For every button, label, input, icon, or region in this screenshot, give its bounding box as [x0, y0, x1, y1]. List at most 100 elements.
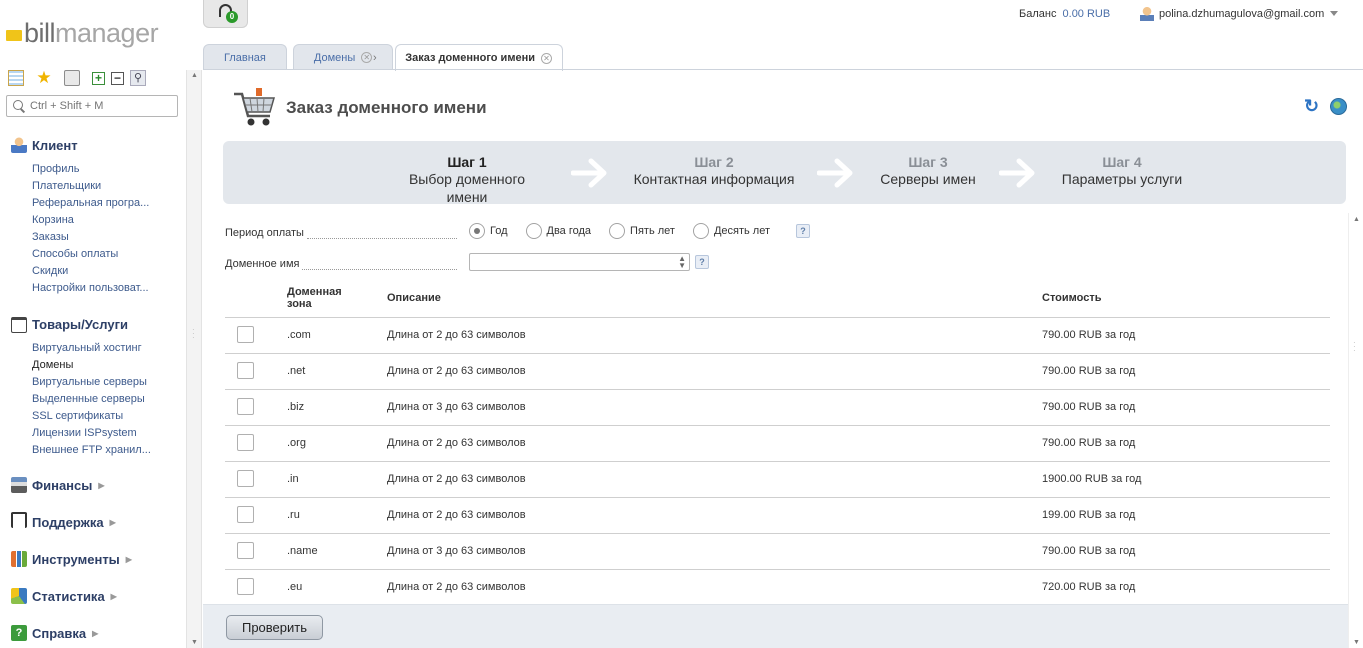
sidebar-item-orders[interactable]: Заказы — [32, 229, 149, 246]
help-icon[interactable]: ? — [796, 224, 811, 238]
cell-price: 790.00 RUB за год — [1042, 329, 1136, 341]
spinner-icon[interactable]: ▲ ▼ — [678, 255, 686, 270]
menu-section-goods: Товары/Услуги Виртуальный хостинг Домены… — [11, 315, 151, 459]
period-row: Период оплаты — [225, 227, 457, 239]
sidebar-item-user-settings[interactable]: Настройки пользоват... — [32, 280, 149, 297]
menu-head-label: Статистика — [32, 588, 105, 604]
arrow-right-icon — [817, 158, 853, 188]
sidebar-item-referral[interactable]: Реферальная програ... — [32, 195, 149, 212]
chevron-down-icon[interactable] — [1330, 11, 1339, 16]
col-header-description[interactable]: Описание — [387, 292, 441, 304]
tab-domains[interactable]: Домены ✕ — [292, 44, 394, 70]
user-email[interactable]: polina.dzhumagulova@gmail.com — [1159, 8, 1324, 20]
sidebar-item-cart[interactable]: Корзина — [32, 212, 149, 229]
radio-five-years[interactable]: Пять лет — [609, 223, 675, 239]
sidebar-item-ftp-storage[interactable]: Внешнее FTP хранил... — [32, 442, 151, 459]
row-checkbox[interactable] — [237, 470, 254, 487]
check-button[interactable]: Проверить — [226, 615, 323, 640]
row-checkbox[interactable] — [237, 434, 254, 451]
sidebar-item-domains[interactable]: Домены — [32, 357, 151, 374]
radio-button[interactable] — [692, 223, 709, 239]
table-row[interactable]: .in Длина от 2 до 63 символов 1900.00 RU… — [225, 461, 1330, 497]
menu-head-client[interactable]: Клиент — [11, 136, 149, 154]
tree-view-icon[interactable] — [8, 70, 24, 86]
table-row[interactable]: .org Длина от 2 до 63 символов 790.00 RU… — [225, 425, 1330, 461]
table-row[interactable]: .biz Длина от 3 до 63 символов 790.00 RU… — [225, 389, 1330, 425]
scrollbar-grip[interactable]: · · · — [1353, 339, 1356, 355]
headset-icon — [11, 512, 27, 528]
clipboard-icon[interactable] — [64, 70, 80, 86]
cell-price: 1900.00 RUB за год — [1042, 473, 1142, 485]
refresh-icon[interactable]: ↻ — [1304, 97, 1319, 115]
col-header-price[interactable]: Стоимость — [1042, 292, 1102, 304]
expand-all-icon[interactable]: + — [92, 71, 105, 85]
table-row[interactable]: .net Длина от 2 до 63 символов 790.00 RU… — [225, 353, 1330, 389]
radio-button[interactable] — [609, 223, 626, 239]
order-steps: Шаг 1 Выбор доменного имени Шаг 2 Контак… — [223, 141, 1346, 205]
menu-section-finance[interactable]: Финансы ▶ — [11, 476, 105, 494]
menu-section-tools[interactable]: Инструменты ▶ — [11, 550, 132, 568]
radio-button[interactable] — [525, 223, 542, 239]
close-icon[interactable]: ✕ — [361, 52, 373, 63]
menu-section-support[interactable]: Поддержка ▶ — [11, 512, 116, 531]
sidebar-search[interactable] — [6, 95, 178, 117]
balance-value[interactable]: 0.00 RUB — [1063, 8, 1111, 20]
menu-section-stats[interactable]: Статистика ▶ — [11, 587, 117, 605]
globe-icon[interactable] — [1330, 98, 1347, 115]
table-row[interactable]: .name Длина от 3 до 63 символов 790.00 R… — [225, 533, 1330, 569]
sidebar-splitter[interactable]: ▲ · · · ▼ — [186, 70, 202, 648]
scroll-up-icon[interactable]: ▲ — [1353, 216, 1360, 223]
row-checkbox[interactable] — [237, 362, 254, 379]
col-header-zone[interactable]: Доменная зона — [287, 286, 342, 310]
row-checkbox[interactable] — [237, 506, 254, 523]
close-icon[interactable]: ✕ — [540, 52, 552, 64]
domain-name-field[interactable]: ▲ ▼ — [469, 253, 690, 271]
step-4: Шаг 4 Параметры услуги — [1057, 154, 1187, 188]
table-row[interactable]: .ru Длина от 2 до 63 символов 199.00 RUB… — [225, 497, 1330, 533]
user-menu[interactable]: polina.dzhumagulova@gmail.com — [1140, 6, 1339, 21]
star-icon[interactable]: ★ — [36, 69, 52, 86]
sidebar-item-virtual-hosting[interactable]: Виртуальный хостинг — [32, 340, 151, 357]
radio-two-years[interactable]: Два года — [525, 223, 591, 239]
sidebar-item-virtual-servers[interactable]: Виртуальные серверы — [32, 374, 151, 391]
pin-icon[interactable]: ⚲ — [130, 70, 146, 86]
radio-year[interactable]: Год — [469, 223, 508, 239]
logo[interactable]: billmanager — [6, 17, 159, 47]
table-row[interactable]: .com Длина от 2 до 63 символов 790.00 RU… — [225, 317, 1330, 353]
tab-home[interactable]: Главная — [203, 44, 287, 70]
table-row[interactable]: .eu Длина от 2 до 63 символов 720.00 RUB… — [225, 569, 1330, 605]
radio-button[interactable] — [469, 223, 485, 239]
cart-icon — [11, 317, 27, 333]
sidebar-item-payment-methods[interactable]: Способы оплаты — [32, 246, 149, 263]
cell-description: Длина от 3 до 63 символов — [387, 401, 526, 413]
splitter-grip[interactable]: · · · — [192, 326, 195, 342]
sidebar-item-dedicated-servers[interactable]: Выделенные серверы — [32, 391, 151, 408]
menu-head-goods[interactable]: Товары/Услуги — [11, 315, 151, 333]
scroll-down-icon[interactable]: ▼ — [191, 639, 198, 646]
sidebar-item-isp-licenses[interactable]: Лицензии ISPsystem — [32, 425, 151, 442]
content-scrollbar[interactable]: ▲ · · · ▼ — [1348, 213, 1363, 648]
sidebar-item-profile[interactable]: Профиль — [32, 161, 149, 178]
row-checkbox[interactable] — [237, 398, 254, 415]
collapse-all-icon[interactable]: − — [111, 71, 124, 85]
row-checkbox[interactable] — [237, 542, 254, 559]
step-2: Шаг 2 Контактная информация — [629, 154, 799, 188]
support-button[interactable]: 0 — [203, 0, 248, 28]
step-number: Шаг 3 — [908, 154, 948, 170]
cell-price: 199.00 RUB за год — [1042, 509, 1136, 521]
row-checkbox[interactable] — [237, 578, 254, 595]
chevron-right-icon: ▶ — [110, 591, 117, 601]
period-radio-group: Год Два года Пять лет Десять лет ? — [469, 223, 811, 239]
radio-ten-years[interactable]: Десять лет — [692, 223, 770, 239]
row-checkbox[interactable] — [237, 326, 254, 343]
menu-section-help[interactable]: ? Справка ▶ — [11, 624, 98, 642]
sidebar-item-ssl[interactable]: SSL сертификаты — [32, 408, 151, 425]
sidebar-item-payers[interactable]: Плательщики — [32, 178, 149, 195]
step-label: Выбор доменного имени — [408, 171, 526, 205]
help-icon[interactable]: ? — [695, 255, 709, 269]
scroll-down-icon[interactable]: ▼ — [1353, 639, 1360, 646]
scroll-up-icon[interactable]: ▲ — [191, 72, 198, 79]
search-input[interactable] — [30, 100, 170, 112]
tab-domain-order[interactable]: Заказ доменного имени ✕ — [395, 44, 563, 71]
sidebar-item-discounts[interactable]: Скидки — [32, 263, 149, 280]
